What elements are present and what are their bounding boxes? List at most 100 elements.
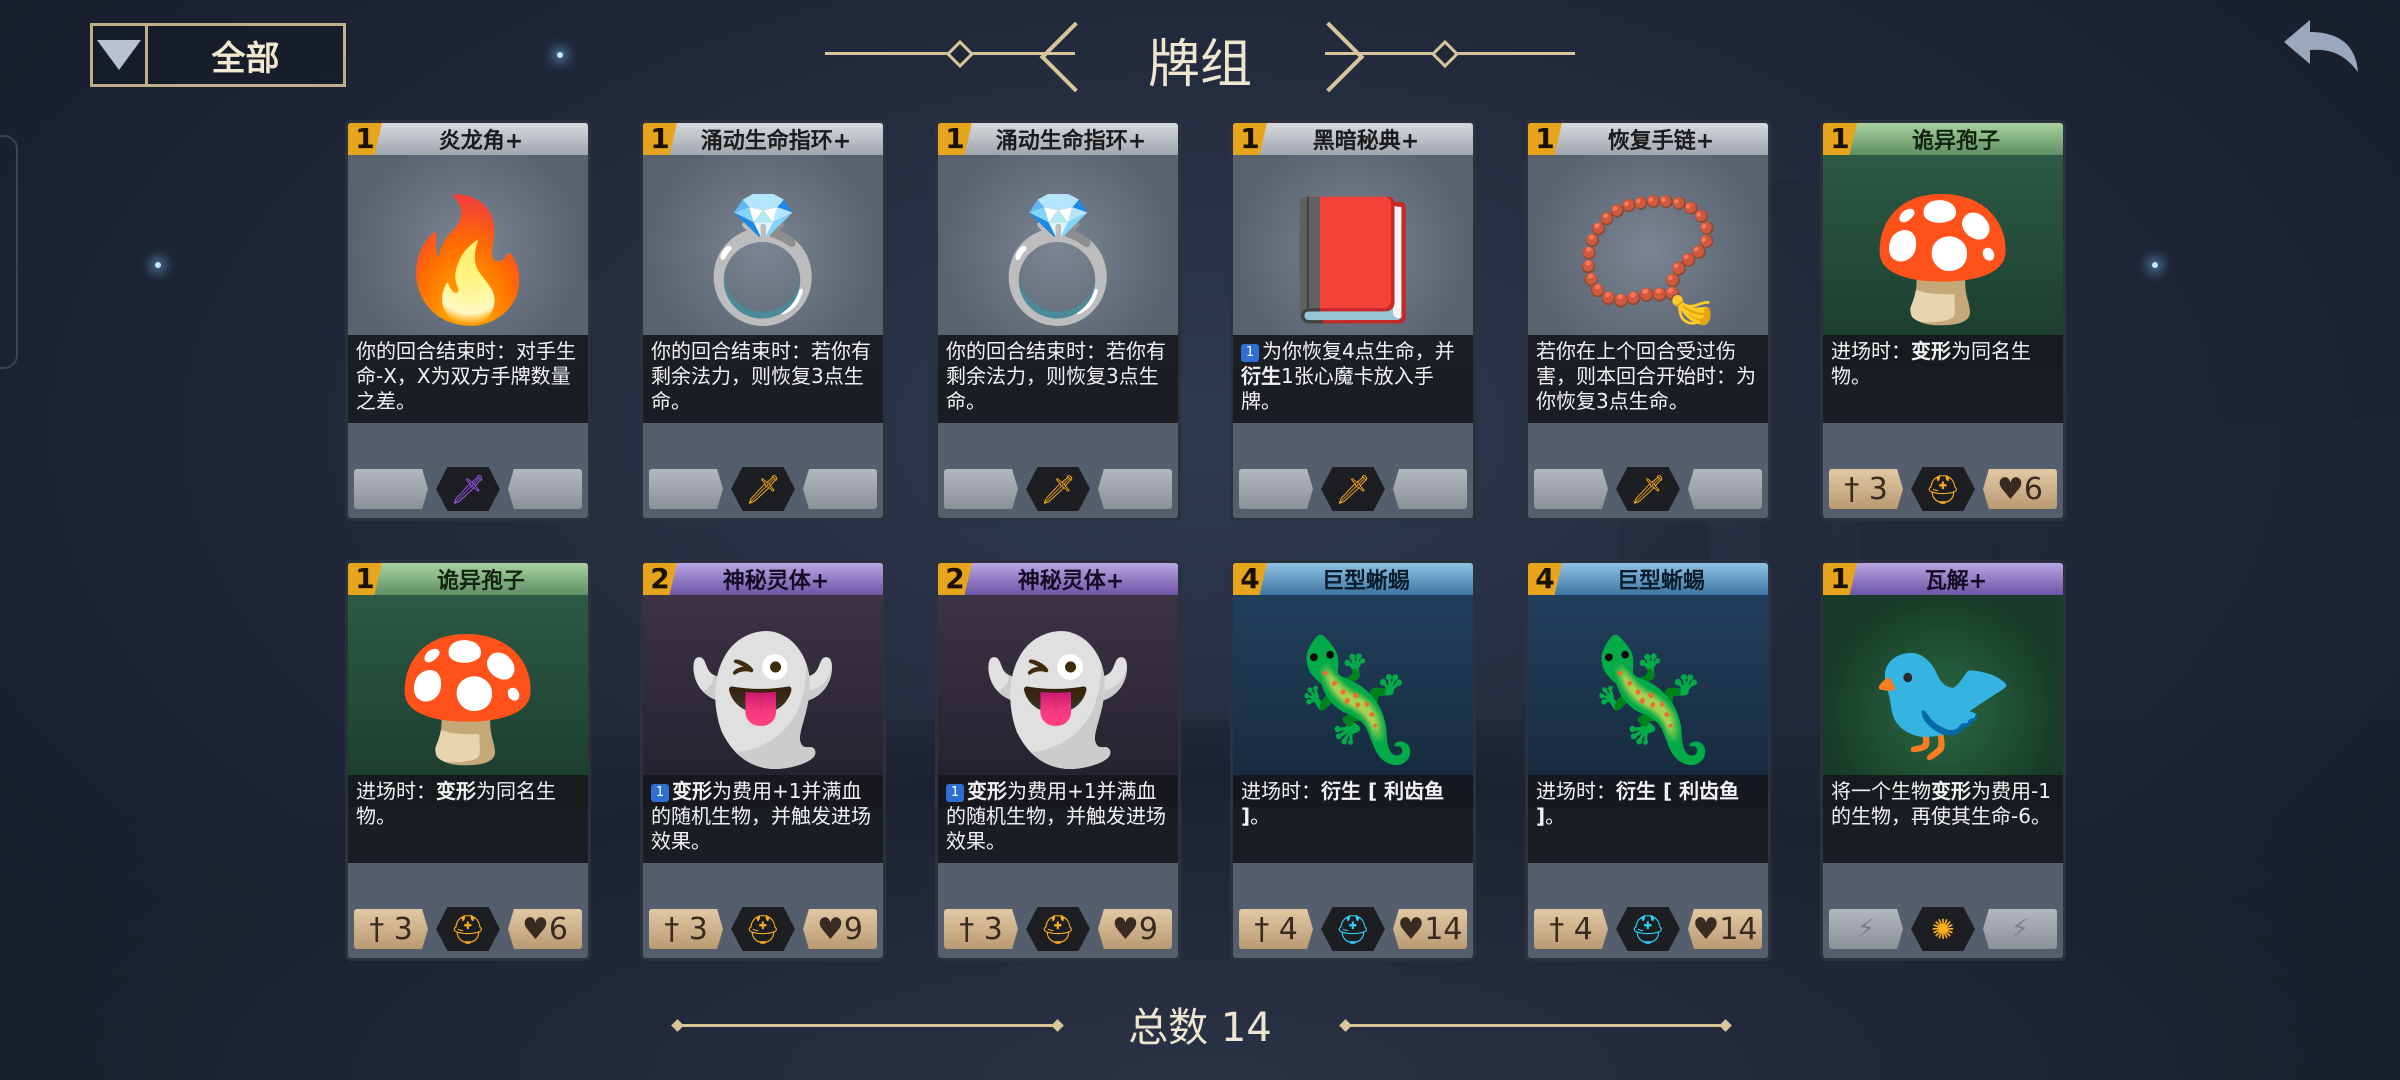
- description-text: 若你在上个回合受过伤害，则本回合开始时：为你恢复3点生命。: [1536, 339, 1756, 413]
- card[interactable]: 1 恢复手链+ 📿 若你在上个回合受过伤害，则本回合开始时：为你恢复3点生命。 🗡: [1525, 120, 1771, 521]
- card-name: 神秘灵体+: [722, 569, 830, 594]
- empty-plate: [508, 469, 582, 509]
- card-stats: ⚡ ✺ ⚡: [1829, 905, 2057, 953]
- card-name: 神秘灵体+: [1017, 569, 1125, 594]
- description-text: 进场时：: [1831, 339, 1911, 363]
- card-stats: 🗡: [944, 465, 1172, 513]
- empty-plate: [1098, 469, 1172, 509]
- ornament-diamond: [945, 39, 975, 69]
- helmet-icon: ⛑: [1911, 467, 1975, 511]
- health-value: ♥14: [1393, 909, 1467, 949]
- back-arrow-icon[interactable]: [2280, 16, 2364, 76]
- ornament-chevron: [1293, 21, 1365, 93]
- dagger-icon: 🗡: [1321, 467, 1385, 511]
- card[interactable]: 2 神秘灵体+ 👻 1 变形为费用+1并满血的随机生物，并触发进场效果。 † 3 ⛑ ♥9: [935, 560, 1181, 961]
- empty-plate: [944, 469, 1018, 509]
- description-text: 为你恢复4点生命，并: [1262, 339, 1455, 363]
- chevron-down-icon: [97, 40, 141, 70]
- card-stats: † 4 ⛑ ♥14: [1534, 905, 1762, 953]
- card-name: 巨型蜥蜴: [1616, 569, 1705, 594]
- card[interactable]: 1 涌动生命指环+ 💍 你的回合结束时：若你有剩余法力，则恢复3点生命。 🗡: [935, 120, 1181, 521]
- card-stats: † 3 ⛑ ♥6: [1829, 465, 2057, 513]
- card-name: 恢复手链+: [1607, 129, 1715, 154]
- card-description: 1 变形为费用+1并满血的随机生物，并触发进场效果。: [643, 775, 883, 863]
- description-text: 你的回合结束时：若你有剩余法力，则恢复3点生命。: [651, 339, 871, 413]
- card-stats: † 3 ⛑ ♥9: [944, 905, 1172, 953]
- dropdown-arrow[interactable]: [93, 26, 148, 84]
- card-name: 炎龙角+: [438, 129, 524, 154]
- card-header: 1 黑暗秘典+: [1233, 123, 1473, 155]
- card-header: 1 恢复手链+: [1528, 123, 1768, 155]
- dagger-icon: 🗡: [731, 467, 795, 511]
- description-text: 你的回合结束时：对手生命-X，X为双方手牌数量之差。: [356, 339, 576, 413]
- empty-plate: [1239, 469, 1313, 509]
- helmet-icon: ⛑: [1321, 907, 1385, 951]
- health-value: ♥14: [1688, 909, 1762, 949]
- card-header: 2 神秘灵体+: [938, 563, 1178, 595]
- mana-cost: 2: [938, 563, 972, 595]
- filter-dropdown[interactable]: 全部: [90, 23, 346, 87]
- card-description: 若你在上个回合受过伤害，则本回合开始时：为你恢复3点生命。: [1528, 335, 1768, 423]
- helmet-icon: ⛑: [1616, 907, 1680, 951]
- keyword: 衍生: [1241, 364, 1281, 388]
- sun-icon: ✺: [1911, 907, 1975, 951]
- card[interactable]: 1 涌动生命指环+ 💍 你的回合结束时：若你有剩余法力，则恢复3点生命。 🗡: [640, 120, 886, 521]
- card[interactable]: 1 瓦解+ 🐦 将一个生物变形为费用-1的生物，再使其生命-6。 ⚡ ✺ ⚡: [1820, 560, 2066, 961]
- dagger-icon: 🗡: [1616, 467, 1680, 511]
- dagger-icon: 🗡: [436, 467, 500, 511]
- mana-cost: 1: [643, 123, 677, 155]
- card[interactable]: 4 巨型蜥蜴 🦎 进场时：衍生 [ 利齿鱼 ]。 † 4 ⛑ ♥14: [1230, 560, 1476, 961]
- card-description: 1 为你恢复4点生命，并衍生1张心魔卡放入手牌。: [1233, 335, 1473, 423]
- tier-badge-icon: 1: [946, 783, 964, 802]
- mana-cost: 1: [1528, 123, 1562, 155]
- card-header: 1 瓦解+: [1823, 563, 2063, 595]
- attack-value: † 3: [944, 909, 1018, 949]
- card-stats: † 3 ⛑ ♥6: [354, 905, 582, 953]
- empty-plate: [1534, 469, 1608, 509]
- side-drawer-tab[interactable]: [0, 135, 18, 369]
- keyword: 变形: [1931, 779, 1971, 803]
- card-header: 2 神秘灵体+: [643, 563, 883, 595]
- card[interactable]: 2 神秘灵体+ 👻 1 变形为费用+1并满血的随机生物，并触发进场效果。 † 3 ⛑ ♥9: [640, 560, 886, 961]
- keyword: 变形: [672, 779, 712, 803]
- tier-badge-icon: 1: [1241, 343, 1259, 362]
- spore-icon: 🍄: [1868, 191, 2018, 330]
- empty-plate: [1393, 469, 1467, 509]
- card[interactable]: 1 诡异孢子 🍄 进场时：变形为同名生物。 † 3 ⛑ ♥6: [1820, 120, 2066, 521]
- mana-cost: 4: [1233, 563, 1267, 595]
- card-description: 将一个生物变形为费用-1的生物，再使其生命-6。: [1823, 775, 2063, 863]
- attack-value: † 3: [649, 909, 723, 949]
- empty-plate: [649, 469, 723, 509]
- description-text: 。: [1545, 804, 1566, 828]
- mana-cost: 4: [1528, 563, 1562, 595]
- description-text: 。: [1250, 804, 1271, 828]
- attack-value: † 4: [1534, 909, 1608, 949]
- mana-cost: 1: [938, 123, 972, 155]
- card-header: 1 诡异孢子: [348, 563, 588, 595]
- card-description: 你的回合结束时：若你有剩余法力，则恢复3点生命。: [938, 335, 1178, 423]
- card-description: 进场时：衍生 [ 利齿鱼 ]。: [1528, 775, 1768, 863]
- card-header: 1 涌动生命指环+: [938, 123, 1178, 155]
- card[interactable]: 4 巨型蜥蜴 🦎 进场时：衍生 [ 利齿鱼 ]。 † 4 ⛑ ♥14: [1525, 560, 1771, 961]
- card-header: 4 巨型蜥蜴: [1528, 563, 1768, 595]
- star-icon: [2152, 262, 2158, 268]
- raven-orb-icon: 🐦: [1868, 631, 2018, 770]
- card-description: 你的回合结束时：若你有剩余法力，则恢复3点生命。: [643, 335, 883, 423]
- card-name: 诡异孢子: [436, 569, 525, 594]
- card[interactable]: 1 炎龙角+ 🔥 你的回合结束时：对手生命-X，X为双方手牌数量之差。 🗡: [345, 120, 591, 521]
- health-value: ♥6: [1983, 469, 2057, 509]
- card[interactable]: 1 诡异孢子 🍄 进场时：变形为同名生物。 † 3 ⛑ ♥6: [345, 560, 591, 961]
- card[interactable]: 1 黑暗秘典+ 📕 1 为你恢复4点生命，并衍生1张心魔卡放入手牌。 🗡: [1230, 120, 1476, 521]
- keyword: 变形: [436, 779, 476, 803]
- card-header: 1 炎龙角+: [348, 123, 588, 155]
- description-text: 进场时：: [356, 779, 436, 803]
- star-icon: [155, 262, 161, 268]
- card-description: 进场时：衍生 [ 利齿鱼 ]。: [1233, 775, 1473, 863]
- lizard-icon: 🦎: [1573, 631, 1723, 770]
- card-description: 你的回合结束时：对手生命-X，X为双方手牌数量之差。: [348, 335, 588, 423]
- tier-badge-icon: 1: [651, 783, 669, 802]
- empty-plate: [803, 469, 877, 509]
- card-description: 进场时：变形为同名生物。: [1823, 335, 2063, 423]
- card-name: 黑暗秘典+: [1312, 129, 1420, 154]
- card-header: 4 巨型蜥蜴: [1233, 563, 1473, 595]
